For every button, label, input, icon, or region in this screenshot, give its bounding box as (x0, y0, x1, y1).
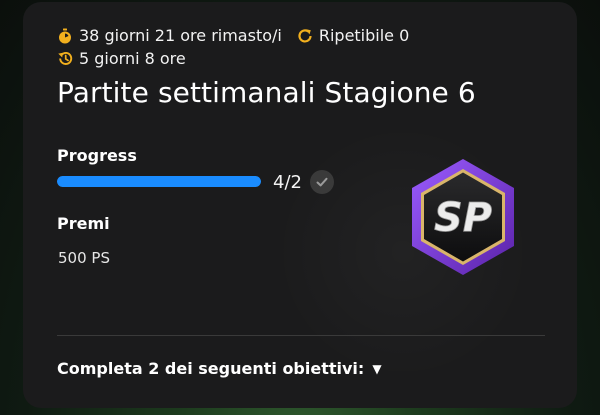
chevron-down-icon: ▼ (372, 361, 382, 376)
progress-label: Progress (57, 146, 137, 165)
badge-text: SP (434, 195, 492, 241)
repeat-text: Ripetibile 0 (318, 26, 410, 45)
rewards-label: Premi (57, 214, 110, 233)
stopwatch-icon (56, 27, 74, 45)
season-points-badge-icon: SP (412, 159, 514, 275)
progress-fill (57, 176, 261, 187)
progress-bar (57, 176, 261, 187)
objective-card: 38 giorni 21 ore rimasto/i Ripetibile 0 … (23, 2, 577, 408)
refresh-text: 5 giorni 8 ore (79, 49, 186, 68)
objectives-label: Completa 2 dei seguenti obiettivi: (57, 359, 365, 378)
timer-text: 38 giorni 21 ore rimasto/i (79, 26, 282, 45)
meta-row-top: 38 giorni 21 ore rimasto/i Ripetibile 0 (56, 26, 409, 45)
progress-text: 4/2 (273, 172, 302, 193)
reward-value: 500 PS (58, 249, 110, 267)
history-icon (56, 50, 74, 68)
repeat-icon (296, 27, 314, 45)
meta-row-refresh: 5 giorni 8 ore (56, 49, 186, 68)
objectives-toggle[interactable]: Completa 2 dei seguenti obiettivi: ▼ (57, 359, 382, 378)
card-title: Partite settimanali Stagione 6 (57, 76, 476, 109)
divider (57, 335, 545, 336)
checkmark-icon (310, 170, 334, 194)
